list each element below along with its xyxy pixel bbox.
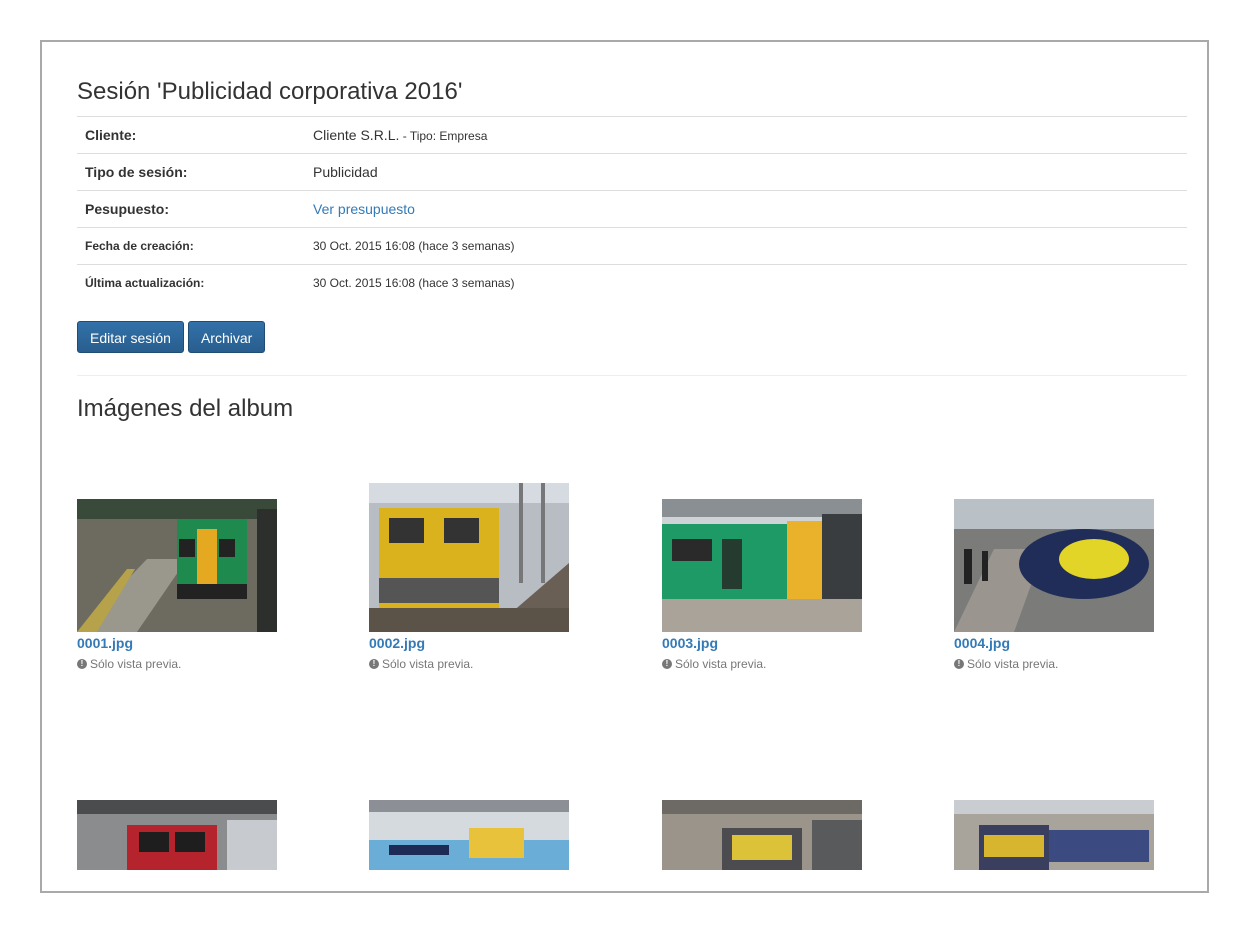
exclamation-icon: ! <box>369 659 379 669</box>
preview-note-text: Sólo vista previa. <box>675 657 767 671</box>
exclamation-icon: ! <box>662 659 672 669</box>
table-row: Cliente: Cliente S.R.L. - Tipo: Empresa <box>77 116 1187 154</box>
table-row: Pesupuesto: Ver presupuesto <box>77 190 1187 228</box>
album-image-6[interactable] <box>369 800 569 870</box>
action-buttons: Editar sesión Archivar <box>77 321 266 353</box>
album-image-7[interactable] <box>662 800 862 870</box>
album-image-2[interactable] <box>369 483 569 632</box>
created-label: Fecha de creación: <box>77 227 305 265</box>
created-value: 30 Oct. 2015 16:08 (hace 3 semanas) <box>305 227 1187 265</box>
preview-note: ! Sólo vista previa. <box>662 657 766 671</box>
client-label: Cliente: <box>77 116 305 154</box>
album-image-1[interactable] <box>77 499 277 632</box>
budget-label: Pesupuesto: <box>77 190 305 228</box>
archive-button[interactable]: Archivar <box>187 321 266 353</box>
session-details-table: Cliente: Cliente S.R.L. - Tipo: Empresa … <box>77 116 1187 301</box>
updated-value: 30 Oct. 2015 16:08 (hace 3 semanas) <box>305 264 1187 301</box>
album-image-4[interactable] <box>954 499 1154 632</box>
image-name-link[interactable]: 0002.jpg <box>369 635 425 651</box>
table-row: Última actualización: 30 Oct. 2015 16:08… <box>77 264 1187 301</box>
image-name-link[interactable]: 0001.jpg <box>77 635 133 651</box>
exclamation-icon: ! <box>77 659 87 669</box>
client-value: Cliente S.R.L. - Tipo: Empresa <box>305 116 1187 154</box>
view-budget-link[interactable]: Ver presupuesto <box>313 201 415 217</box>
table-row: Tipo de sesión: Publicidad <box>77 153 1187 191</box>
album-title: Imágenes del album <box>77 395 294 422</box>
budget-cell: Ver presupuesto <box>305 190 1187 228</box>
session-type-value: Publicidad <box>305 153 1187 191</box>
album-image-8[interactable] <box>954 800 1154 870</box>
image-name-link[interactable]: 0004.jpg <box>954 635 1010 651</box>
album-image-5[interactable] <box>77 800 277 870</box>
preview-note: ! Sólo vista previa. <box>77 657 181 671</box>
client-name: Cliente S.R.L. <box>313 127 400 143</box>
preview-note-text: Sólo vista previa. <box>967 657 1059 671</box>
preview-note: ! Sólo vista previa. <box>369 657 473 671</box>
divider <box>77 375 1187 376</box>
table-row: Fecha de creación: 30 Oct. 2015 16:08 (h… <box>77 227 1187 265</box>
session-panel: Sesión 'Publicidad corporativa 2016' Cli… <box>40 40 1209 893</box>
page-title: Sesión 'Publicidad corporativa 2016' <box>77 78 463 105</box>
preview-note-text: Sólo vista previa. <box>90 657 182 671</box>
exclamation-icon: ! <box>954 659 964 669</box>
image-name-link[interactable]: 0003.jpg <box>662 635 718 651</box>
updated-label: Última actualización: <box>77 264 305 301</box>
client-type: - Tipo: Empresa <box>399 129 488 143</box>
preview-note-text: Sólo vista previa. <box>382 657 474 671</box>
album-image-3[interactable] <box>662 499 862 632</box>
session-type-label: Tipo de sesión: <box>77 153 305 191</box>
preview-note: ! Sólo vista previa. <box>954 657 1058 671</box>
edit-session-button[interactable]: Editar sesión <box>77 321 184 353</box>
